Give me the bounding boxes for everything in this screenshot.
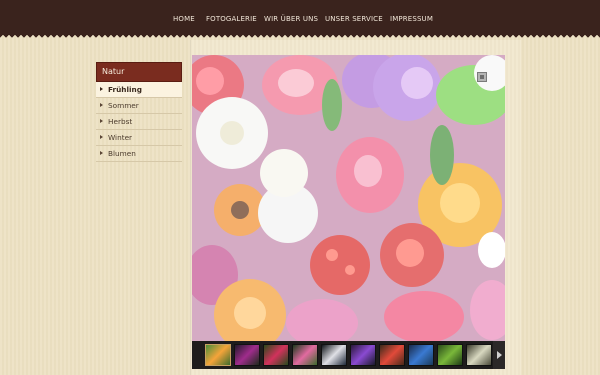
arrow-right-icon [100, 103, 103, 107]
nav-home[interactable]: HOME [173, 15, 195, 23]
thumbnail-strip [192, 341, 505, 369]
photo-overlay [192, 55, 505, 341]
fullscreen-icon[interactable] [477, 72, 487, 82]
thumbnail[interactable] [437, 344, 463, 366]
sidebar-heading: Natur [96, 62, 182, 82]
sidebar-item-blumen[interactable]: Blumen [96, 146, 182, 162]
thumbnail[interactable] [205, 344, 231, 366]
nav-wir-ueber-uns[interactable]: WIR ÜBER UNS [264, 15, 318, 23]
sidebar-item-sommer[interactable]: Sommer [96, 98, 182, 114]
sidebar-item-label: Herbst [108, 117, 133, 126]
thumbnail[interactable] [321, 344, 347, 366]
sidebar-item-label: Sommer [108, 101, 139, 110]
thumbnail[interactable] [292, 344, 318, 366]
thumbnail[interactable] [234, 344, 260, 366]
thumbnail[interactable] [379, 344, 405, 366]
sidebar-item-fruehling[interactable]: Frühling [96, 82, 182, 98]
thumbnail[interactable] [263, 344, 289, 366]
zigzag-border [0, 34, 600, 39]
sidebar-item-label: Blumen [108, 149, 136, 158]
image-gallery-viewer [192, 55, 505, 369]
arrow-right-icon [100, 119, 103, 123]
thumbnail[interactable] [350, 344, 376, 366]
sidebar-item-winter[interactable]: Winter [96, 130, 182, 146]
nav-impressum[interactable]: IMPRESSUM [390, 15, 433, 23]
next-arrow-icon[interactable] [493, 341, 505, 369]
nav-unser-service[interactable]: UNSER SERVICE [325, 15, 383, 23]
sidebar-item-herbst[interactable]: Herbst [96, 114, 182, 130]
thumbnail[interactable] [466, 344, 492, 366]
arrow-right-icon [100, 87, 103, 91]
sidebar: Natur Frühling Sommer Herbst Winter Blum… [96, 62, 182, 162]
sidebar-list: Frühling Sommer Herbst Winter Blumen [96, 82, 182, 162]
sidebar-item-label: Winter [108, 133, 133, 142]
main-nav: HOME FOTOGALERIE WIR ÜBER UNS UNSER SERV… [0, 0, 600, 34]
arrow-right-icon [100, 135, 103, 139]
nav-fotogalerie[interactable]: FOTOGALERIE [206, 15, 257, 23]
thumbnail[interactable] [408, 344, 434, 366]
sidebar-item-label: Frühling [108, 85, 142, 94]
arrow-right-icon [100, 151, 103, 155]
